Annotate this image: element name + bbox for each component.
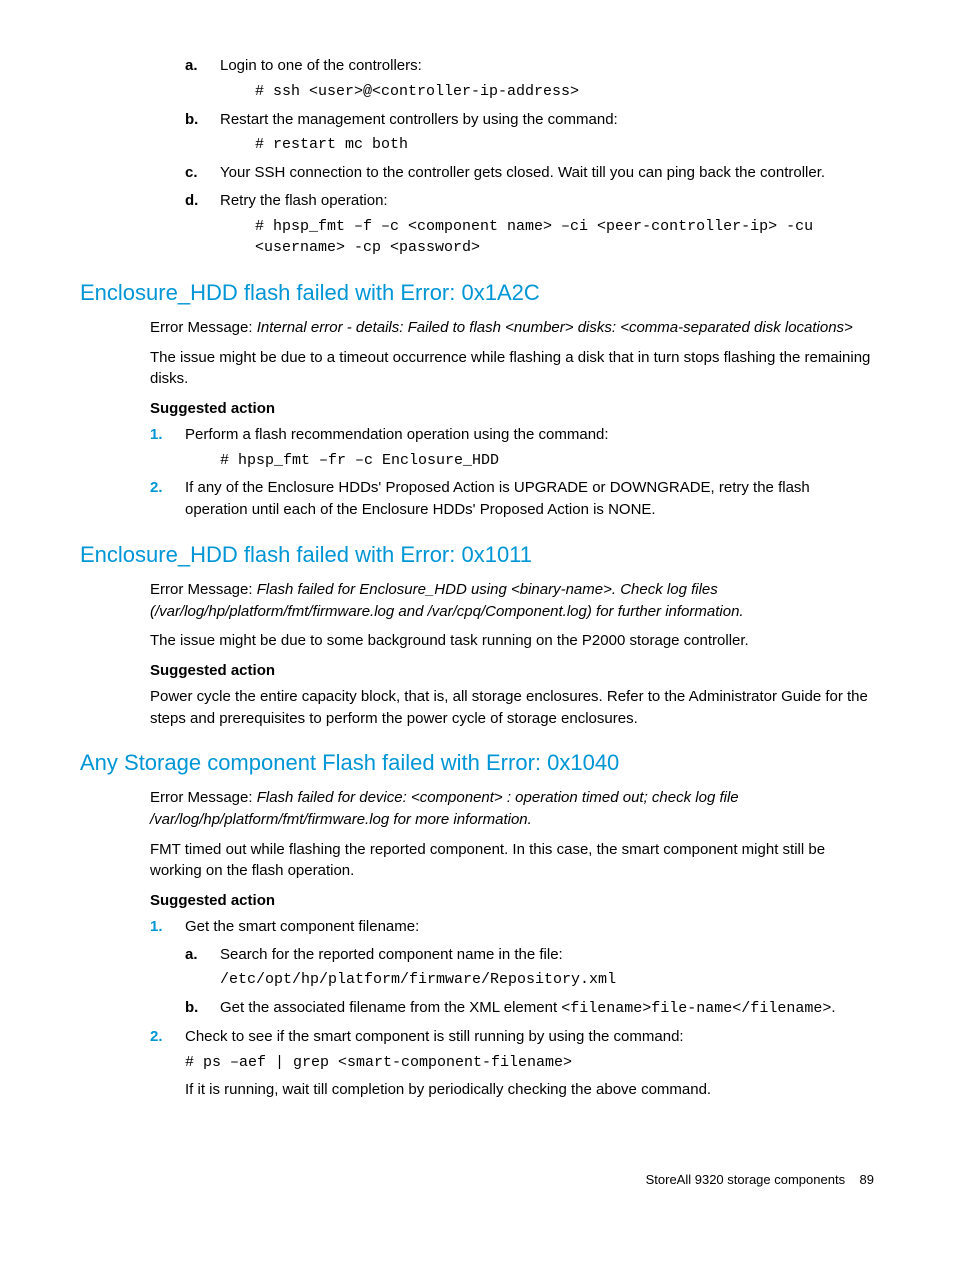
list-marker: b.	[185, 997, 198, 1019]
error-label: Error Message:	[150, 581, 257, 598]
section-body: Error Message: Internal error - details:…	[150, 317, 874, 420]
list-marker: b.	[185, 109, 198, 131]
list-marker: a.	[185, 944, 198, 966]
list-text: Check to see if the smart component is s…	[185, 1028, 684, 1045]
list-text: Perform a flash recommendation operation…	[185, 426, 609, 443]
page-footer: StoreAll 9320 storage components 89	[80, 1171, 874, 1190]
suggested-action-heading: Suggested action	[150, 398, 874, 420]
list-item: 1. Perform a flash recommendation operat…	[150, 424, 874, 472]
list-item: 2. Check to see if the smart component i…	[150, 1026, 874, 1101]
suggested-action-heading: Suggested action	[150, 890, 874, 912]
footer-text: StoreAll 9320 storage components	[646, 1172, 845, 1187]
list-text: Your SSH connection to the controller ge…	[220, 164, 825, 181]
description: The issue might be due to a timeout occu…	[150, 347, 874, 391]
code-block: /etc/opt/hp/platform/firmware/Repository…	[220, 969, 874, 991]
list-text: If any of the Enclosure HDDs' Proposed A…	[185, 479, 810, 518]
error-message: Error Message: Flash failed for Enclosur…	[150, 579, 874, 623]
list-item: c. Your SSH connection to the controller…	[185, 162, 874, 184]
list-marker: a.	[185, 55, 198, 77]
list-text: Get the smart component filename:	[185, 918, 419, 935]
top-alpha-list: a. Login to one of the controllers: # ss…	[185, 55, 874, 259]
list-item: 1. Get the smart component filename: a. …	[150, 916, 874, 1020]
section-heading-1040: Any Storage component Flash failed with …	[80, 747, 874, 779]
code-block: # hpsp_fmt –f –c <component name> –ci <p…	[255, 216, 874, 260]
list-text-post: .	[831, 999, 835, 1016]
list-text: Restart the management controllers by us…	[220, 111, 618, 128]
code-block: # ps –aef | grep <smart-component-filena…	[185, 1052, 874, 1074]
list-marker: 2.	[150, 1026, 163, 1048]
numbered-list: 1. Get the smart component filename: a. …	[150, 916, 874, 1101]
list-item: a. Login to one of the controllers: # ss…	[185, 55, 874, 103]
list-marker: c.	[185, 162, 198, 184]
list-item: 2. If any of the Enclosure HDDs' Propose…	[150, 477, 874, 521]
code-block: # restart mc both	[255, 134, 874, 156]
list-marker: d.	[185, 190, 198, 212]
error-label: Error Message:	[150, 789, 257, 806]
list-marker: 2.	[150, 477, 163, 499]
numbered-list: 1. Perform a flash recommendation operat…	[150, 424, 874, 521]
error-label: Error Message:	[150, 319, 257, 336]
error-message: Error Message: Flash failed for device: …	[150, 787, 874, 831]
section-body: Error Message: Flash failed for device: …	[150, 787, 874, 912]
list-text: Retry the flash operation:	[220, 192, 388, 209]
description: The issue might be due to some backgroun…	[150, 630, 874, 652]
inline-code: <filename>file-name</filename>	[561, 1000, 831, 1017]
section-heading-1011: Enclosure_HDD flash failed with Error: 0…	[80, 539, 874, 571]
list-item: b. Get the associated filename from the …	[185, 997, 874, 1020]
code-block: # hpsp_fmt –fr –c Enclosure_HDD	[220, 450, 874, 472]
list-text: Get the associated filename from the XML…	[220, 999, 561, 1016]
section-heading-1a2c: Enclosure_HDD flash failed with Error: 0…	[80, 277, 874, 309]
page-number: 89	[860, 1172, 874, 1187]
list-item: d. Retry the flash operation: # hpsp_fmt…	[185, 190, 874, 259]
list-text: Login to one of the controllers:	[220, 57, 422, 74]
action-text: Power cycle the entire capacity block, t…	[150, 686, 874, 730]
list-marker: 1.	[150, 424, 163, 446]
list-item: a. Search for the reported component nam…	[185, 944, 874, 992]
list-item: b. Restart the management controllers by…	[185, 109, 874, 157]
list-text: Search for the reported component name i…	[220, 946, 563, 963]
list-marker: 1.	[150, 916, 163, 938]
follow-up-text: If it is running, wait till completion b…	[185, 1079, 874, 1101]
error-text: Internal error - details: Failed to flas…	[257, 319, 853, 336]
suggested-action-heading: Suggested action	[150, 660, 874, 682]
code-block: # ssh <user>@<controller-ip-address>	[255, 81, 874, 103]
error-message: Error Message: Internal error - details:…	[150, 317, 874, 339]
description: FMT timed out while flashing the reporte…	[150, 839, 874, 883]
nested-alpha-list: a. Search for the reported component nam…	[185, 944, 874, 1020]
section-body: Error Message: Flash failed for Enclosur…	[150, 579, 874, 730]
